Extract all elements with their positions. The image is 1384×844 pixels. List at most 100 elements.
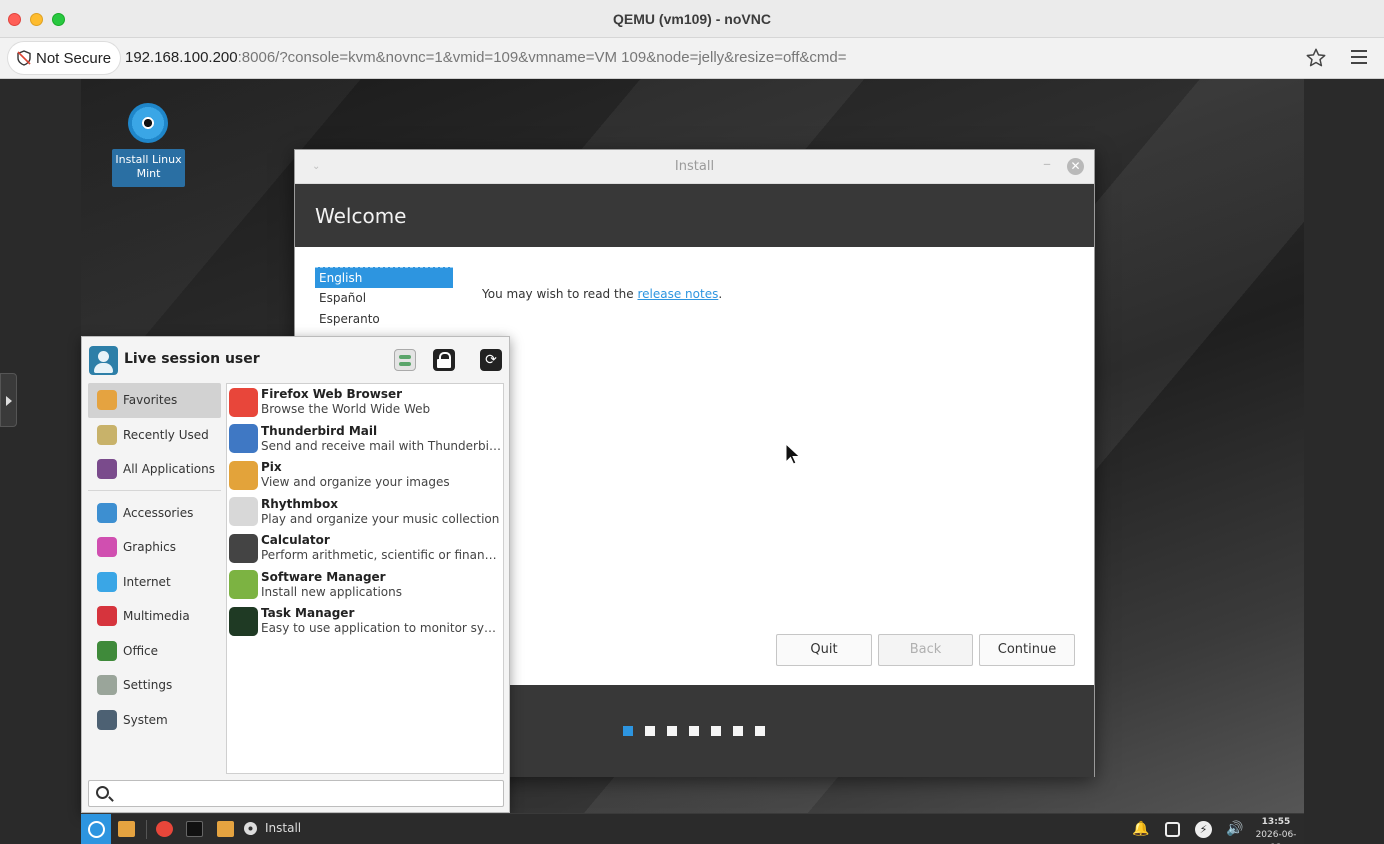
volume-icon[interactable]: 🔊 (1226, 821, 1243, 838)
url-field[interactable]: 192.168.100.200:8006/?console=kvm&novnc=… (125, 49, 846, 66)
app-description: Send and receive mail with Thunderbird (261, 438, 501, 453)
taskbar-window-label: Install (265, 821, 302, 835)
step-dot (645, 726, 655, 736)
step-dot (623, 726, 633, 736)
security-indicator[interactable]: Not Secure (8, 42, 120, 74)
app-description: Easy to use application to monitor syste… (261, 621, 501, 636)
notes-suffix: . (718, 287, 723, 301)
app-item-thunderbird-mail[interactable]: Thunderbird Mail Send and receive mail wi… (227, 421, 503, 458)
category-internet[interactable]: Internet (88, 565, 221, 600)
category-multimedia[interactable]: Multimedia (88, 599, 221, 634)
language-item[interactable]: Esperanto (315, 309, 453, 330)
pix-icon (229, 460, 258, 490)
app-name: Task Manager (261, 606, 355, 621)
quit-button[interactable]: Quit (776, 634, 872, 666)
firefox-icon (229, 387, 258, 417)
avatar[interactable] (89, 346, 118, 375)
minimize-icon[interactable]: – (1043, 154, 1051, 173)
app-text: Rhythmbox Play and organize your music co… (261, 497, 501, 527)
terminal-launcher-icon[interactable] (186, 821, 203, 837)
app-item-firefox-web-browser[interactable]: Firefox Web Browser Browse the World Wide… (227, 384, 503, 421)
category-label: Recently Used (123, 427, 209, 442)
software-manager-icon (229, 570, 258, 600)
category-recently-used[interactable]: Recently Used (88, 418, 221, 453)
workspace-icon[interactable] (1165, 822, 1180, 837)
step-dot (733, 726, 743, 736)
category-accessories[interactable]: Accessories (88, 496, 221, 531)
step-dot (755, 726, 765, 736)
mint-menu-button[interactable] (81, 814, 111, 844)
firefox-launcher-icon[interactable] (156, 821, 173, 837)
category-office[interactable]: Office (88, 634, 221, 669)
app-item-calculator[interactable]: Calculator Perform arithmetic, scientific… (227, 530, 503, 567)
category-label: Favorites (123, 393, 178, 408)
app-name: Software Manager (261, 569, 386, 584)
taskbar-window-install[interactable]: Install (244, 821, 301, 835)
back-button[interactable]: Back (878, 634, 973, 666)
office-icon (97, 640, 117, 661)
app-name: Calculator (261, 533, 330, 548)
user-name: Live session user (124, 351, 260, 367)
category-list: Favorites Recently Used All Applications Ac… (88, 383, 221, 737)
system-gear-icon (97, 709, 117, 730)
app-name: Firefox Web Browser (261, 387, 403, 402)
files-launcher-icon[interactable] (217, 821, 234, 837)
category-label: Settings (123, 678, 173, 693)
start-menu: Live session user ⟳ Favorites Recently Us… (81, 336, 510, 813)
close-icon[interactable]: ✕ (1067, 158, 1084, 175)
category-separator (88, 489, 221, 491)
release-notes-link[interactable]: release notes (637, 287, 718, 301)
category-favorites[interactable]: Favorites (88, 383, 221, 418)
app-item-rhythmbox[interactable]: Rhythmbox Play and organize your music co… (227, 494, 503, 531)
step-dot (711, 726, 721, 736)
app-item-pix[interactable]: Pix View and organize your images (227, 457, 503, 494)
window-title: QEMU (vm109) - noVNC (613, 11, 771, 27)
lock-icon[interactable] (433, 349, 455, 371)
calculator-icon (229, 533, 258, 563)
app-text: Pix View and organize your images (261, 460, 501, 490)
search-icon (96, 786, 109, 799)
category-settings[interactable]: Settings (88, 668, 221, 703)
security-label: Not Secure (36, 49, 112, 67)
language-item[interactable]: Español (315, 288, 453, 309)
install-disc-icon (244, 821, 257, 835)
category-label: All Applications (123, 462, 215, 477)
search-input[interactable] (117, 784, 497, 803)
system-settings-icon[interactable] (394, 349, 416, 371)
desktop-icon-install-linux-mint[interactable]: Install Linux Mint (112, 102, 185, 187)
category-all-applications[interactable]: All Applications (88, 452, 221, 487)
app-item-software-manager[interactable]: Software Manager Install new applications (227, 567, 503, 604)
app-description: Browse the World Wide Web (261, 402, 431, 417)
category-system[interactable]: System (88, 703, 221, 738)
bookmark-star-icon[interactable] (1305, 47, 1327, 69)
clock-date: 2026-06-13 (1255, 830, 1297, 844)
app-description: Play and organize your music collection (261, 511, 500, 526)
app-text: Thunderbird Mail Send and receive mail wi… (261, 424, 501, 454)
clock-time: 13:55 (1261, 817, 1291, 827)
hamburger-menu-icon[interactable] (1351, 50, 1367, 64)
show-desktop-folder-icon[interactable] (118, 821, 135, 837)
installer-heading: Welcome (295, 184, 1094, 247)
settings-toggles-icon (97, 675, 117, 696)
category-graphics[interactable]: Graphics (88, 530, 221, 565)
power-icon[interactable]: ⚡ (1195, 821, 1212, 838)
continue-button[interactable]: Continue (979, 634, 1075, 666)
app-text: Software Manager Install new applications (261, 570, 501, 600)
novnc-sidebar-handle[interactable] (0, 373, 17, 427)
logout-icon[interactable]: ⟳ (480, 349, 502, 371)
language-item[interactable]: English (315, 267, 453, 288)
app-item-task-manager[interactable]: Task Manager Easy to use application to m… (227, 603, 503, 640)
notes-prefix: You may wish to read the (482, 287, 638, 301)
grid-icon (97, 459, 117, 480)
clock[interactable]: 13:55 2026-06-13 (1251, 816, 1301, 844)
favorites-app-list: Firefox Web Browser Browse the World Wide… (226, 383, 504, 774)
multimedia-play-icon (97, 606, 117, 627)
task-manager-icon (229, 606, 258, 636)
category-label: Accessories (123, 505, 194, 520)
language-list[interactable]: English Español Esperanto (315, 267, 453, 330)
favorites-folder-icon (97, 390, 117, 411)
notifications-bell-icon[interactable]: 🔔 (1132, 821, 1149, 838)
app-text: Task Manager Easy to use application to m… (261, 606, 501, 636)
url-host: 192.168.100.200 (125, 49, 238, 66)
menu-header: Live session user ⟳ (89, 346, 503, 376)
